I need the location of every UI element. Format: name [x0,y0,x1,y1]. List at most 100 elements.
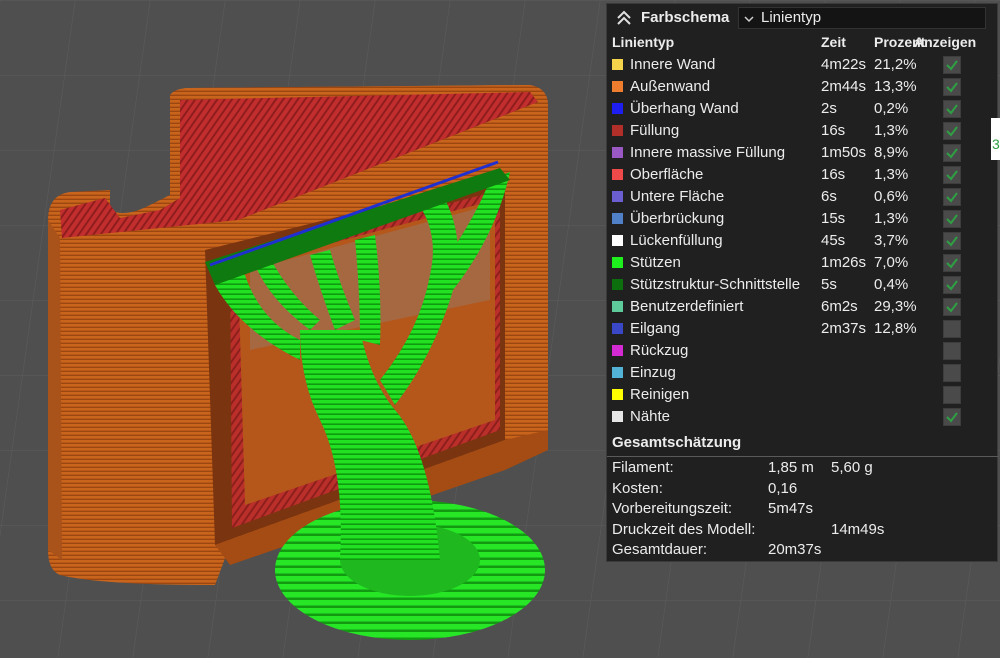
legend-row-17[interactable]: Nähte [607,406,999,428]
visibility-checkbox[interactable] [943,298,961,316]
checkmark-icon [946,170,958,181]
checkmark-icon [946,148,958,159]
line-type-percent: 21,2% [874,56,917,73]
collapse-chevron-icon[interactable] [614,8,634,28]
visibility-checkbox[interactable] [943,144,961,162]
legend-row-15[interactable]: Einzug [607,362,999,384]
legend-row-9[interactable]: Lückenfüllung 45s 3,7% [607,230,999,252]
legend-row-5[interactable]: Innere massive Füllung 1m50s 8,9% [607,142,999,164]
color-swatch [612,279,623,290]
line-type-name: Füllung [630,122,680,139]
legend-row-2[interactable]: Außenwand 2m44s 13,3% [607,76,999,98]
visibility-checkbox[interactable] [943,408,961,426]
line-type-time: 5s [821,276,837,293]
line-type-time: 45s [821,232,846,249]
column-header-visible: Anzeigen [914,34,977,50]
legend-row-14[interactable]: Rückzug [607,340,999,362]
line-type-percent: 3,7% [874,232,909,249]
visibility-checkbox[interactable] [943,276,961,294]
visibility-checkbox[interactable] [943,342,961,360]
visibility-checkbox[interactable] [943,232,961,250]
legend-row-16[interactable]: Reinigen [607,384,999,406]
color-swatch [612,147,623,158]
visibility-checkbox[interactable] [943,386,961,404]
line-type-percent: 8,9% [874,144,909,161]
line-type-time: 2m37s [821,320,867,337]
line-type-name: Außenwand [630,78,711,95]
summary-value: 5m47s [768,500,814,517]
side-panel-edge[interactable]: 3 [991,118,1000,160]
color-swatch [612,411,623,422]
summary-row-4: Druckzeit des Modell: 14m49s [607,521,999,542]
color-swatch [612,169,623,180]
legend-row-13[interactable]: Eilgang 2m37s 12,8% [607,318,999,340]
checkmark-icon [946,214,958,225]
color-swatch [612,301,623,312]
legend-row-4[interactable]: Füllung 16s 1,3% [607,120,999,142]
legend-row-1[interactable]: Innere Wand 4m22s 21,2% [607,54,999,76]
color-swatch [612,81,623,92]
visibility-checkbox[interactable] [943,78,961,96]
summary-value: 1,85 m [768,459,814,476]
line-type-percent: 12,8% [874,320,917,337]
legend-row-11[interactable]: Stützstruktur-Schnittstelle 5s 0,4% [607,274,999,296]
line-type-name: Innere Wand [630,56,716,73]
view-mode-dropdown[interactable]: Linientyp [738,7,986,29]
column-header-time: Zeit [821,34,846,50]
summary-label: Kosten: [612,479,663,497]
color-swatch [612,367,623,378]
visibility-checkbox[interactable] [943,100,961,118]
visibility-checkbox[interactable] [943,320,961,338]
legend-row-6[interactable]: Oberfläche 16s 1,3% [607,164,999,186]
summary-row-3: Vorbereitungszeit: 5m47s [607,500,999,521]
color-swatch [612,103,623,114]
checkmark-icon [946,302,958,313]
line-type-name: Oberfläche [630,166,704,183]
line-type-time: 6m2s [821,298,858,315]
legend-row-8[interactable]: Überbrückung 15s 1,3% [607,208,999,230]
visibility-checkbox[interactable] [943,254,961,272]
visibility-checkbox[interactable] [943,56,961,74]
checkmark-icon [946,60,958,71]
color-swatch [612,59,623,70]
summary-label: Gesamtdauer: [612,541,708,558]
line-type-time: 16s [821,166,846,183]
visibility-checkbox[interactable] [943,188,961,206]
column-header-type: Linientyp [612,34,675,50]
line-type-time: 6s [821,188,837,205]
visibility-checkbox[interactable] [943,166,961,184]
line-type-name: Innere massive Füllung [630,144,786,161]
legend-row-10[interactable]: Stützen 1m26s 7,0% [607,252,999,274]
summary-value: 20m37s [768,541,822,558]
legend-row-3[interactable]: Überhang Wand 2s 0,2% [607,98,999,120]
line-type-name: Reinigen [630,386,690,403]
visibility-checkbox[interactable] [943,122,961,140]
summary-value: 0,16 [768,479,798,497]
color-swatch [612,125,623,136]
color-swatch [612,323,623,334]
checkmark-icon [946,82,958,93]
line-type-percent: 1,3% [874,122,909,139]
line-type-time: 16s [821,122,846,139]
legend-title: Farbschema [641,9,730,26]
line-type-name: Überhang Wand [630,100,739,117]
legend-row-12[interactable]: Benutzerdefiniert 6m2s 29,3% [607,296,999,318]
summary-value-secondary: 14m49s [831,520,885,538]
legend-row-7[interactable]: Untere Fläche 6s 0,6% [607,186,999,208]
visibility-checkbox[interactable] [943,210,961,228]
checkmark-icon [946,104,958,115]
summary-divider [607,456,999,457]
line-type-name: Stützstruktur-Schnittstelle [630,276,801,293]
line-type-name: Untere Fläche [630,188,725,205]
color-swatch [612,213,623,224]
summary-label: Druckzeit des Modell: [612,520,756,538]
legend-header: Farbschema Linientyp [607,4,999,33]
legend-column-headers: Linientyp Zeit Prozent Anzeigen [607,32,999,54]
checkmark-icon [946,280,958,291]
summary-label: Filament: [612,459,674,476]
line-type-time: 2m44s [821,78,867,95]
summary-title: Gesamtschätzung [612,434,742,451]
visibility-checkbox[interactable] [943,364,961,382]
legend-rows: Innere Wand 4m22s 21,2% Außenwand 2m44s … [607,54,999,428]
summary-label: Vorbereitungszeit: [612,500,733,517]
